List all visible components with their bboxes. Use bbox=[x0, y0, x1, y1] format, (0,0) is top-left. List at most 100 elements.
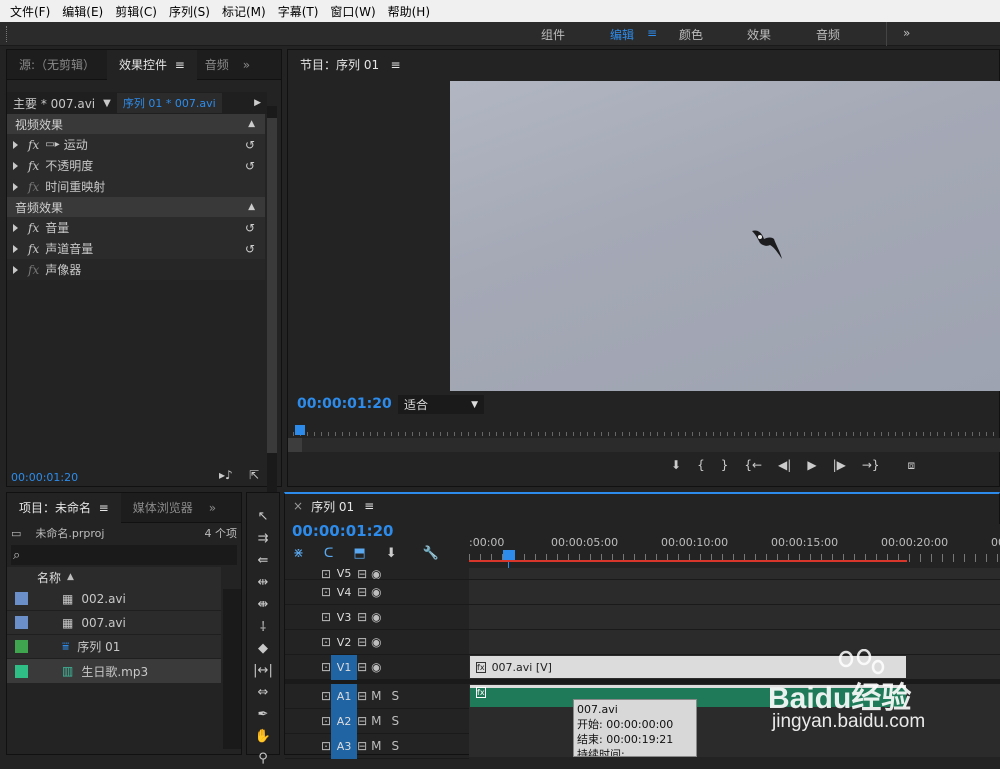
workspace-editing[interactable]: 编辑 bbox=[610, 26, 634, 43]
track-select-tool-icon[interactable]: ⇉ bbox=[252, 527, 274, 549]
ruler-label: 00:00:05:00 bbox=[551, 536, 619, 549]
track-header-v2[interactable]: ⊡ V2 ⊟ ◉ bbox=[285, 630, 469, 655]
tab-source[interactable]: 源:（无剪辑） bbox=[7, 50, 107, 80]
zoom-scrollbar[interactable] bbox=[288, 438, 1000, 452]
menu-edit[interactable]: 编辑(E) bbox=[56, 3, 109, 20]
effect-row-panner[interactable]: fx 声像器 bbox=[7, 259, 265, 280]
snap-icon[interactable]: ⋇ bbox=[293, 546, 304, 561]
hand-tool-icon[interactable]: ✋ bbox=[252, 725, 274, 747]
export-frame-icon[interactable]: ⧈ bbox=[908, 458, 916, 473]
tab-media-browser[interactable]: 媒体浏览器 bbox=[121, 493, 205, 523]
search-input[interactable]: ⌕ bbox=[11, 545, 237, 565]
playhead[interactable] bbox=[503, 550, 515, 560]
fx-icon: fx bbox=[28, 241, 40, 256]
track-header-a2[interactable]: ⊡ A2 ⊟ M S bbox=[285, 708, 469, 734]
menu-file[interactable]: 文件(F) bbox=[4, 3, 56, 20]
name-column-header[interactable]: 名称 ▲ bbox=[7, 567, 221, 587]
panel-menu-icon[interactable]: ≡ bbox=[364, 499, 374, 513]
pen-tool-icon[interactable]: ✒ bbox=[252, 703, 274, 725]
workspace-effects[interactable]: 效果 bbox=[747, 26, 771, 43]
program-timecode[interactable]: 00:00:01:20 bbox=[297, 396, 392, 412]
mark-out-icon[interactable]: } bbox=[721, 458, 729, 473]
solo-button: S bbox=[391, 689, 400, 703]
workspace-color[interactable]: 颜色 bbox=[679, 26, 703, 43]
workspace-assembly[interactable]: 组件 bbox=[541, 26, 565, 43]
color-label-swatch bbox=[15, 616, 28, 629]
workspace-audio[interactable]: 音频 bbox=[816, 26, 840, 43]
menu-clip[interactable]: 剪辑(C) bbox=[109, 3, 163, 20]
video-effects-header: 视频效果 ▲ bbox=[7, 114, 265, 134]
zoom-tool-icon[interactable]: ⚲ bbox=[252, 747, 274, 769]
slide-tool-icon[interactable]: ⇔ bbox=[252, 681, 274, 703]
program-time-ruler[interactable] bbox=[288, 422, 1000, 438]
add-marker-icon[interactable]: ⬒ bbox=[353, 546, 365, 561]
menu-marker[interactable]: 标记(M) bbox=[216, 3, 272, 20]
mute-button: M bbox=[371, 689, 382, 703]
effect-controls-timecode[interactable]: 00:00:01:20 bbox=[11, 471, 78, 484]
tab-effect-controls[interactable]: 效果控件 ≡ bbox=[107, 49, 197, 80]
workspace-menu-icon[interactable]: ≡ bbox=[647, 26, 657, 40]
linked-selection-icon[interactable]: ᑕ bbox=[324, 546, 334, 561]
fit-dropdown[interactable]: 适合 ▼ bbox=[398, 395, 484, 414]
playhead[interactable] bbox=[295, 425, 305, 435]
sync-icon: ⊟ bbox=[357, 568, 368, 580]
go-to-in-icon[interactable]: {← bbox=[744, 458, 762, 473]
scrollbar[interactable] bbox=[267, 106, 277, 496]
go-to-out-icon[interactable]: →} bbox=[862, 458, 880, 473]
step-forward-icon[interactable]: |▶ bbox=[833, 458, 846, 473]
play-audio-icon[interactable]: ▸♪ bbox=[219, 468, 233, 482]
timeline-ruler[interactable]: :00:00 00:00:05:00 00:00:10:00 00:00:15:… bbox=[469, 524, 1000, 572]
video-preview[interactable] bbox=[450, 81, 1000, 391]
sequence-tab[interactable]: 序列 01 bbox=[311, 498, 354, 515]
slip-tool-icon[interactable]: |↔| bbox=[252, 659, 274, 681]
rolling-edit-tool-icon[interactable]: ⇹ bbox=[252, 571, 274, 593]
track-header-a1[interactable]: ⊡ A1 ⊟ M S bbox=[285, 683, 469, 709]
list-item[interactable]: ▦ 007.avi bbox=[7, 611, 221, 635]
track-header-a3[interactable]: ⊡ A3 ⊟ M S bbox=[285, 733, 469, 759]
menu-window[interactable]: 窗口(W) bbox=[324, 3, 381, 20]
track-header-v3[interactable]: ⊡ V3 ⊟ ◉ bbox=[285, 605, 469, 630]
grip-handle[interactable] bbox=[6, 26, 10, 42]
menu-help[interactable]: 帮助(H) bbox=[382, 3, 436, 20]
scrollbar[interactable] bbox=[223, 589, 241, 749]
dropdown-icon[interactable]: ▼ bbox=[103, 98, 111, 109]
effect-row-opacity[interactable]: fx 不透明度 ↺ bbox=[7, 155, 265, 176]
sync-icon: ⊟ bbox=[357, 739, 368, 753]
panel-more-button[interactable]: » bbox=[237, 50, 256, 80]
tab-audio[interactable]: 音频 bbox=[197, 50, 237, 80]
item-count: 4 个项 bbox=[204, 527, 238, 540]
effect-row-volume[interactable]: fx 音量 ↺ bbox=[7, 217, 265, 238]
selection-tool-icon[interactable]: ↖ bbox=[252, 505, 274, 527]
effect-row-time-remap[interactable]: fx 时间重映射 bbox=[7, 176, 265, 197]
list-item[interactable]: ▥ 生日歌.mp3 bbox=[7, 659, 221, 683]
menu-sequence[interactable]: 序列(S) bbox=[163, 3, 216, 20]
tab-project[interactable]: 项目：未命名 ≡ bbox=[7, 492, 121, 523]
ripple-edit-tool-icon[interactable]: ⇚ bbox=[252, 549, 274, 571]
list-item[interactable]: ⩸ 序列 01 bbox=[7, 635, 221, 659]
razor-blade-icon[interactable]: ◆ bbox=[252, 637, 274, 659]
export-icon[interactable]: ⇱ bbox=[249, 468, 259, 482]
menu-title[interactable]: 字幕(T) bbox=[272, 3, 325, 20]
program-monitor-title[interactable]: 节目：序列 01 ≡ bbox=[288, 50, 413, 80]
sequence-clip-label[interactable]: 序列 01 * 007.avi bbox=[116, 93, 222, 113]
workspace-more-button[interactable]: » bbox=[903, 26, 910, 40]
rate-stretch-tool-icon[interactable]: ⇼ bbox=[252, 593, 274, 615]
effect-row-channel-volume[interactable]: fx 声道音量 ↺ bbox=[7, 238, 265, 259]
effect-row-motion[interactable]: fx ▭▸ 运动 ↺ bbox=[7, 134, 265, 155]
expand-icon[interactable]: ▶ bbox=[254, 98, 261, 108]
panel-more-button[interactable]: » bbox=[205, 493, 220, 523]
close-icon[interactable]: × bbox=[293, 499, 303, 513]
marker-icon[interactable]: ⬇ bbox=[386, 546, 397, 561]
list-item[interactable]: ▦ 002.avi bbox=[7, 587, 221, 611]
wrench-icon[interactable]: 🔧 bbox=[423, 546, 439, 561]
play-icon[interactable]: ▶ bbox=[807, 458, 816, 473]
track-header-v4[interactable]: ⊡ V4 ⊟ ◉ bbox=[285, 580, 469, 605]
reset-icon: ↺ bbox=[244, 220, 255, 235]
track-header-v5[interactable]: ⊡ V5 ⊟ ◉ bbox=[285, 568, 469, 580]
razor-tool-icon[interactable]: ⸸ bbox=[252, 615, 274, 637]
track-header-v1[interactable]: ⊡ V1 ⊟ ◉ bbox=[285, 654, 469, 680]
step-back-icon[interactable]: ◀| bbox=[778, 458, 791, 473]
mark-in-icon[interactable]: { bbox=[697, 458, 705, 473]
add-marker-icon[interactable]: ⬇ bbox=[671, 458, 681, 473]
timeline-timecode[interactable]: 00:00:01:20 bbox=[292, 522, 394, 540]
